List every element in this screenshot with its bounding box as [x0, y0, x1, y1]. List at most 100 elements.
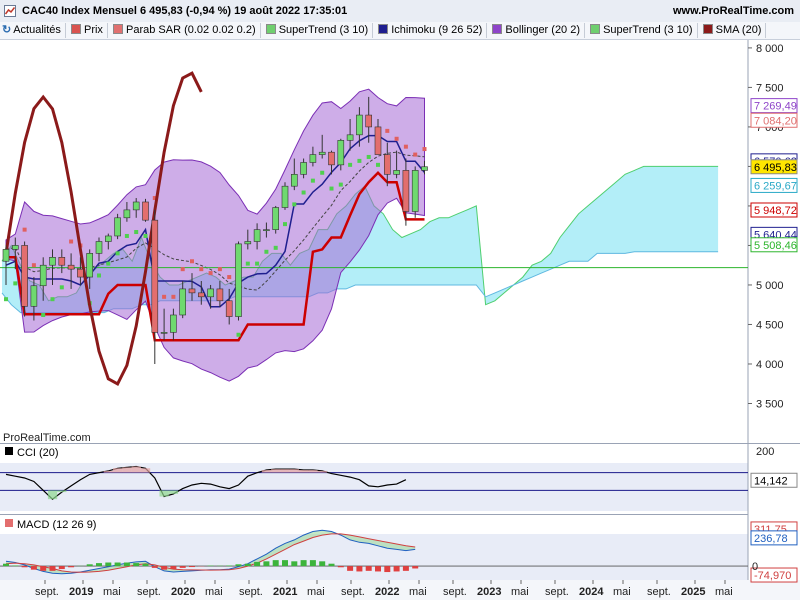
- macd-bar: [21, 566, 28, 568]
- indicator-tab-supertrend-2[interactable]: SuperTrend (3 10): [588, 23, 698, 38]
- macd-label: MACD (12 26 9): [17, 519, 96, 531]
- candle: [309, 154, 317, 163]
- price-label-text: 5 948,72: [754, 205, 797, 217]
- sar-dot: [41, 312, 46, 317]
- x-tick-label: mai: [613, 586, 631, 598]
- candle: [86, 253, 93, 278]
- macd-bar: [12, 565, 19, 567]
- macd-bar: [356, 566, 363, 572]
- sar-dot: [348, 162, 353, 167]
- site-url[interactable]: www.ProRealTime.com: [673, 5, 794, 17]
- sar-dot: [115, 251, 120, 256]
- macd-bar: [142, 563, 149, 567]
- macd-bar: [412, 566, 419, 569]
- cci-overbought-fill: [271, 469, 281, 473]
- indicator-tab-bollinger[interactable]: Bollinger (20 2): [490, 23, 586, 38]
- x-tick-label: mai: [511, 586, 529, 598]
- cci-overbought-fill: [261, 470, 272, 473]
- sar-dot: [162, 294, 167, 299]
- macd-bar: [179, 566, 186, 568]
- price-label: 5 508,46: [750, 237, 798, 253]
- candle: [142, 201, 149, 221]
- macd-bar: [319, 561, 326, 567]
- cci-overbought-fill: [299, 470, 309, 473]
- x-tick-label: 2024: [579, 586, 604, 598]
- x-tick-label: 2020: [171, 586, 195, 598]
- candle: [39, 264, 47, 287]
- macd-bar: [49, 566, 56, 571]
- sar-dot: [255, 261, 260, 266]
- candle: [402, 170, 410, 212]
- candle: [421, 166, 428, 171]
- candle: [300, 162, 307, 175]
- chart-canvas[interactable]: ProRealTime.com8 0007 5007 0006 5006 000…: [0, 40, 800, 600]
- x-tick-label: mai: [409, 586, 427, 598]
- macd-bar: [40, 566, 47, 571]
- sar-dot: [4, 297, 8, 302]
- candle: [132, 201, 140, 211]
- sar-dot: [376, 162, 380, 167]
- candle: [225, 300, 233, 317]
- panel-divider: [0, 514, 748, 515]
- candle: [30, 285, 38, 307]
- x-tick-label: 2019: [69, 586, 93, 598]
- macd-bar: [375, 566, 381, 572]
- x-tick-label: sept.: [35, 586, 59, 598]
- candle: [253, 229, 261, 242]
- supertrend-color-icon: [265, 24, 276, 34]
- macd-bar: [170, 566, 177, 570]
- indicator-tab-ichimoku[interactable]: Ichimoku (9 26 52): [376, 23, 488, 38]
- sar-dot: [180, 267, 185, 272]
- sar-dot: [13, 281, 18, 286]
- price-label-text: 7 084,20: [754, 115, 797, 127]
- candle: [411, 170, 419, 212]
- indicator-tab-price[interactable]: Prix: [69, 23, 108, 38]
- macd-color-icon: [5, 519, 13, 527]
- candle: [365, 114, 373, 128]
- macd-bar: [105, 562, 112, 567]
- macd-bar: [226, 565, 233, 567]
- indicator-tab-parabolic-sar[interactable]: Parab SAR (0.02 0.02 0.2): [111, 23, 261, 38]
- cci-overbought-fill: [131, 466, 141, 473]
- price-label-text: 6 495,83: [754, 162, 797, 174]
- candle: [198, 292, 205, 298]
- candle: [114, 217, 121, 237]
- candle: [21, 245, 28, 307]
- news-button-label: Actualités: [13, 24, 61, 36]
- indicator-tab-label: Bollinger (20 2): [505, 24, 581, 36]
- candle: [95, 241, 103, 254]
- indicator-tab-sma[interactable]: SMA (20): [701, 23, 767, 38]
- y-tick-label: 3 500: [756, 398, 784, 410]
- cci-overbought-fill: [289, 469, 299, 473]
- candle: [49, 257, 56, 266]
- macd-bar: [133, 563, 140, 567]
- candle: [170, 314, 177, 333]
- watermark: ProRealTime.com: [3, 432, 91, 444]
- sar-dot: [208, 271, 213, 276]
- chart-header: CAC40 Index Mensuel 6 495,83 (-0,94 %) 1…: [0, 0, 800, 23]
- candle: [179, 288, 186, 316]
- news-button[interactable]: ↻ Actualités: [0, 23, 66, 38]
- candle: [328, 151, 335, 166]
- sar-dot: [236, 332, 241, 337]
- macd-bar: [3, 563, 9, 567]
- cci-overbought-fill: [280, 469, 290, 473]
- candle: [244, 241, 252, 245]
- indicator-tab-supertrend[interactable]: SuperTrend (3 10): [264, 23, 374, 38]
- macd-bar: [347, 566, 354, 571]
- indicator-tab-label: SMA (20): [715, 24, 762, 36]
- sar-dot: [301, 190, 306, 195]
- sar-dot: [413, 152, 418, 157]
- candle: [263, 229, 270, 231]
- macd-bar: [244, 563, 251, 567]
- macd-bar: [300, 560, 307, 567]
- sar-dot: [134, 230, 139, 235]
- x-tick-label: sept.: [239, 586, 263, 598]
- sar-color-icon: [113, 24, 123, 34]
- sar-dot: [124, 233, 129, 238]
- price-label: 6 495,83: [750, 159, 798, 175]
- candle: [374, 126, 382, 155]
- x-tick-label: mai: [307, 586, 325, 598]
- sar-dot: [143, 233, 148, 238]
- macd-bar: [189, 566, 195, 568]
